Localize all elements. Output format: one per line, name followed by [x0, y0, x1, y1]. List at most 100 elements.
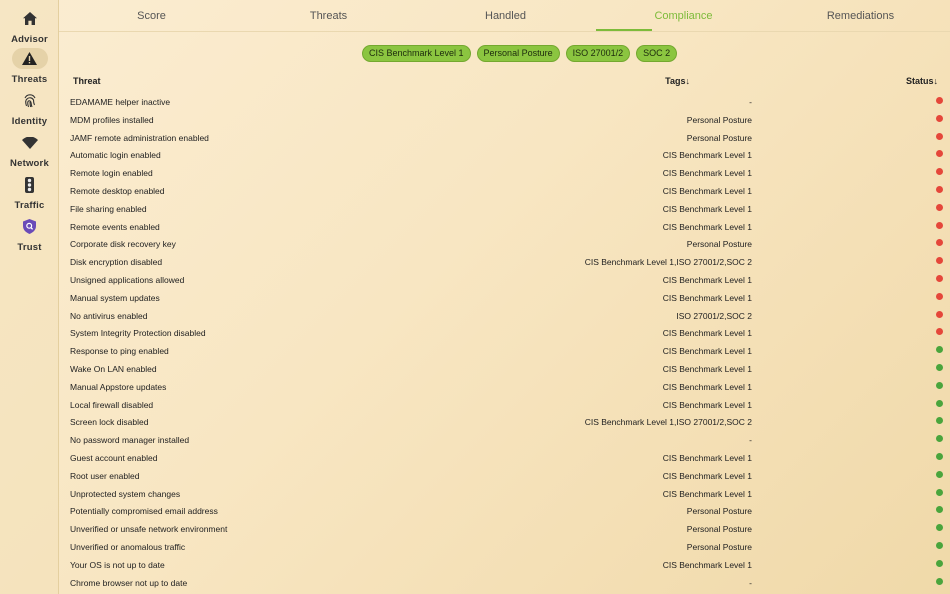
threat-name: Screen lock disabled — [70, 417, 149, 428]
threat-tags: Personal Posture — [686, 132, 752, 143]
wifi-icon — [12, 132, 48, 153]
threat-name: Unsigned applications allowed — [70, 274, 185, 285]
table-row[interactable]: Unverified or anomalous traffic Personal … — [59, 538, 950, 556]
table-row[interactable]: Your OS is not up to date CIS Benchmark L… — [59, 556, 950, 574]
table-row[interactable]: Remote events enabled CIS Benchmark Level… — [59, 218, 950, 236]
tab-handled[interactable]: Handled — [417, 0, 594, 32]
sidebar-item-traffic[interactable]: Traffic — [0, 174, 59, 214]
column-header-threat[interactable]: Threat — [73, 76, 101, 86]
table-row[interactable]: Automatic login enabled CIS Benchmark Lev… — [59, 146, 950, 164]
threat-tags: CIS Benchmark Level 1 — [662, 381, 752, 392]
status-dot-icon — [936, 328, 943, 336]
status-dot-icon — [936, 417, 943, 425]
table-row[interactable]: No password manager installed - — [59, 431, 950, 449]
filter-chip-iso[interactable]: ISO 27001/2 — [565, 45, 631, 62]
status-dot-icon — [936, 168, 943, 176]
tab-compliance[interactable]: Compliance — [595, 0, 772, 32]
status-dot-icon — [936, 435, 943, 443]
table-row[interactable]: Chrome browser not up to date - — [59, 574, 950, 592]
threat-tags: - — [749, 435, 752, 446]
sidebar-item-identity[interactable]: Identity — [0, 90, 59, 130]
threat-name: Remote events enabled — [70, 221, 160, 232]
sidebar-item-threats[interactable]: Threats — [0, 48, 59, 88]
tab-bar: Score Threats Handled Compliance Remedia… — [59, 0, 950, 32]
table-row[interactable]: Remote desktop enabled CIS Benchmark Leve… — [59, 182, 950, 200]
threat-name: Your OS is not up to date — [70, 559, 165, 570]
column-header-tags-label: Tags — [665, 76, 686, 86]
sidebar-item-network[interactable]: Network — [0, 132, 59, 172]
threat-name: Unverified or anomalous traffic — [70, 541, 186, 552]
filter-chip-personal-posture[interactable]: Personal Posture — [476, 45, 560, 62]
active-tab-indicator — [596, 29, 652, 31]
threat-tags: Personal Posture — [686, 114, 752, 125]
table-row[interactable]: Wake On LAN enabled CIS Benchmark Level 1 — [59, 360, 950, 378]
threat-tags: CIS Benchmark Level 1 — [662, 150, 752, 161]
table-row[interactable]: File sharing enabled CIS Benchmark Level … — [59, 200, 950, 218]
sidebar-item-advisor[interactable]: Advisor — [0, 8, 59, 48]
status-dot-icon — [936, 524, 943, 532]
sort-arrow-icon: ↓ — [685, 76, 691, 86]
status-dot-icon — [936, 488, 943, 496]
table-row[interactable]: Response to ping enabled CIS Benchmark Le… — [59, 342, 950, 360]
threat-name: Manual system updates — [70, 292, 160, 303]
table-row[interactable]: Local firewall disabled CIS Benchmark Lev… — [59, 396, 950, 414]
column-header-tags[interactable]: Tags↓ — [665, 76, 690, 86]
table-row[interactable]: EDAMAME helper inactive - — [59, 93, 950, 111]
table-row[interactable]: Screen lock disabled CIS Benchmark Level … — [59, 413, 950, 431]
traffic-light-icon — [12, 174, 48, 195]
table-row[interactable]: Potentially compromised email address Per… — [59, 502, 950, 520]
filter-chip-soc2[interactable]: SOC 2 — [636, 45, 678, 62]
table-row[interactable]: Unverified or unsafe network environment… — [59, 520, 950, 538]
status-dot-icon — [936, 97, 943, 104]
status-dot-icon — [936, 577, 943, 585]
threat-name: Root user enabled — [70, 470, 140, 481]
sidebar: Advisor Threats Identity Network Traffic — [0, 0, 59, 594]
table-row[interactable]: JAMF remote administration enabled Person… — [59, 129, 950, 147]
threat-name: Corporate disk recovery key — [70, 239, 176, 250]
threat-tags: CIS Benchmark Level 1 — [662, 203, 752, 214]
threat-name: Local firewall disabled — [70, 399, 154, 410]
table-row[interactable]: MDM profiles installed Personal Posture — [59, 111, 950, 129]
threat-tags: CIS Benchmark Level 1 — [662, 363, 752, 374]
table-row[interactable]: System Integrity Protection disabled CIS … — [59, 324, 950, 342]
threat-tags: CIS Benchmark Level 1 — [662, 274, 752, 285]
threat-tags: CIS Benchmark Level 1 — [662, 292, 752, 303]
table-row[interactable]: Root user enabled CIS Benchmark Level 1 — [59, 467, 950, 485]
table-row[interactable]: Unsigned applications allowed CIS Benchma… — [59, 271, 950, 289]
threat-name: Remote login enabled — [70, 168, 153, 179]
table-header: Threat Tags↓ Status↓ — [59, 74, 950, 88]
tab-score[interactable]: Score — [63, 0, 240, 32]
table-row[interactable]: No antivirus enabled ISO 27001/2,SOC 2 — [59, 307, 950, 325]
filter-chip-cis[interactable]: CIS Benchmark Level 1 — [362, 45, 471, 62]
status-dot-icon — [936, 559, 943, 567]
tab-threats[interactable]: Threats — [240, 0, 417, 32]
warning-icon — [11, 48, 48, 69]
table-row[interactable]: Manual Appstore updates CIS Benchmark Lev… — [59, 378, 950, 396]
threat-name: Guest account enabled — [70, 452, 158, 463]
threat-tags: Personal Posture — [686, 541, 752, 552]
tab-remediations[interactable]: Remediations — [772, 0, 949, 32]
threat-tags: CIS Benchmark Level 1 — [662, 185, 752, 196]
threat-tags: CIS Benchmark Level 1 — [662, 399, 752, 410]
status-dot-icon — [936, 292, 943, 300]
threat-name: MDM profiles installed — [70, 114, 154, 125]
column-header-status[interactable]: Status↓ — [906, 76, 938, 86]
table-row[interactable]: Unprotected system changes CIS Benchmark … — [59, 485, 950, 503]
status-dot-icon — [936, 274, 943, 282]
table-row[interactable]: Corporate disk recovery key Personal Post… — [59, 235, 950, 253]
threat-tags: CIS Benchmark Level 1 — [662, 488, 752, 499]
threat-tags: CIS Benchmark Level 1 — [662, 346, 752, 357]
sidebar-item-trust[interactable]: Trust — [0, 216, 59, 256]
threat-tags: ISO 27001/2,SOC 2 — [676, 310, 752, 321]
table-row[interactable]: Guest account enabled CIS Benchmark Level… — [59, 449, 950, 467]
threat-tags: CIS Benchmark Level 1 — [662, 559, 752, 570]
status-dot-icon — [936, 203, 943, 211]
table-row[interactable]: Manual system updates CIS Benchmark Level… — [59, 289, 950, 307]
threat-tags: CIS Benchmark Level 1,ISO 27001/2,SOC 2 — [584, 417, 752, 428]
threat-tags: CIS Benchmark Level 1 — [662, 168, 752, 179]
threat-name: Unprotected system changes — [70, 488, 181, 499]
table-row[interactable]: Disk encryption disabled CIS Benchmark Le… — [59, 253, 950, 271]
sort-arrow-icon: ↓ — [933, 76, 939, 86]
threat-name: EDAMAME helper inactive — [70, 97, 171, 107]
table-row[interactable]: Remote login enabled CIS Benchmark Level … — [59, 164, 950, 182]
